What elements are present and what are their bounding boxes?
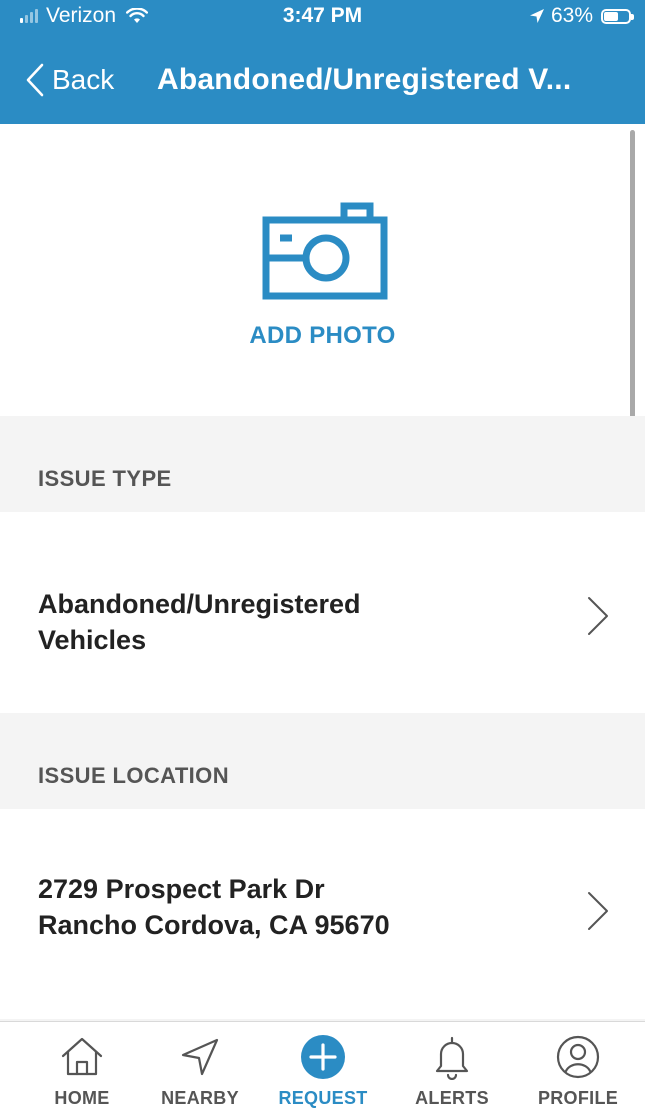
screen: Verizon 3:47 PM 63% Back Abandoned/Unreg… bbox=[0, 0, 645, 1114]
plus-circle-icon bbox=[301, 1035, 345, 1079]
tab-request[interactable]: REQUEST bbox=[261, 1030, 385, 1114]
header: Verizon 3:47 PM 63% Back Abandoned/Unreg… bbox=[0, 0, 645, 124]
tab-home-label: HOME bbox=[54, 1088, 110, 1108]
tab-bar: HOME NEARBY REQUEST ALERTS PROFILE bbox=[0, 1021, 645, 1114]
issue-type-heading: ISSUE TYPE bbox=[38, 466, 172, 491]
status-bar: Verizon 3:47 PM 63% bbox=[0, 0, 645, 34]
chevron-right-icon bbox=[588, 597, 608, 635]
battery-percent: 63% bbox=[550, 4, 593, 27]
add-photo-area: ADD PHOTO bbox=[0, 124, 645, 416]
back-button[interactable]: Back bbox=[26, 58, 114, 102]
home-icon bbox=[61, 1037, 103, 1076]
issue-type-value: Abandoned/Unregistered Vehicles bbox=[38, 586, 361, 658]
issue-location-heading: ISSUE LOCATION bbox=[38, 763, 229, 788]
tab-nearby-label: NEARBY bbox=[161, 1088, 239, 1108]
back-label: Back bbox=[52, 64, 115, 95]
tab-profile[interactable]: PROFILE bbox=[516, 1030, 640, 1114]
camera-icon[interactable] bbox=[262, 202, 388, 300]
battery-level bbox=[604, 11, 618, 21]
address-line2: Rancho Cordova, CA 95670 bbox=[38, 910, 390, 940]
add-photo-button[interactable]: ADD PHOTO bbox=[0, 322, 645, 350]
battery-icon bbox=[601, 8, 634, 24]
issue-type-value-line2: Vehicles bbox=[38, 625, 147, 655]
page-title: Abandoned/Unregistered V... bbox=[157, 63, 572, 96]
bell-icon bbox=[435, 1036, 469, 1080]
tab-nearby[interactable]: NEARBY bbox=[138, 1030, 262, 1114]
issue-type-row[interactable]: Abandoned/Unregistered Vehicles bbox=[0, 512, 645, 713]
issue-location-row[interactable]: 2729 Prospect Park Dr Rancho Cordova, CA… bbox=[0, 809, 645, 1019]
issue-type-value-line1: Abandoned/Unregistered bbox=[38, 589, 361, 619]
tab-request-label: REQUEST bbox=[278, 1088, 368, 1108]
issue-type-section-header: ISSUE TYPE bbox=[0, 416, 645, 512]
tab-profile-label: PROFILE bbox=[537, 1088, 619, 1108]
tab-alerts-label: ALERTS bbox=[415, 1088, 489, 1108]
tab-alerts[interactable]: ALERTS bbox=[390, 1030, 514, 1114]
location-services-icon bbox=[529, 9, 544, 23]
issue-location-section-header: ISSUE LOCATION bbox=[0, 713, 645, 809]
chevron-right-icon bbox=[588, 892, 608, 930]
navigation-bar: Back Abandoned/Unregistered V... bbox=[0, 40, 645, 124]
status-right: 63% bbox=[529, 2, 634, 30]
chevron-left-icon bbox=[26, 63, 44, 97]
user-circle-icon bbox=[556, 1035, 600, 1079]
location-arrow-icon bbox=[181, 1038, 219, 1076]
issue-location-address: 2729 Prospect Park Dr Rancho Cordova, CA… bbox=[38, 871, 390, 943]
address-line1: 2729 Prospect Park Dr bbox=[38, 874, 325, 904]
tab-home[interactable]: HOME bbox=[20, 1030, 144, 1114]
